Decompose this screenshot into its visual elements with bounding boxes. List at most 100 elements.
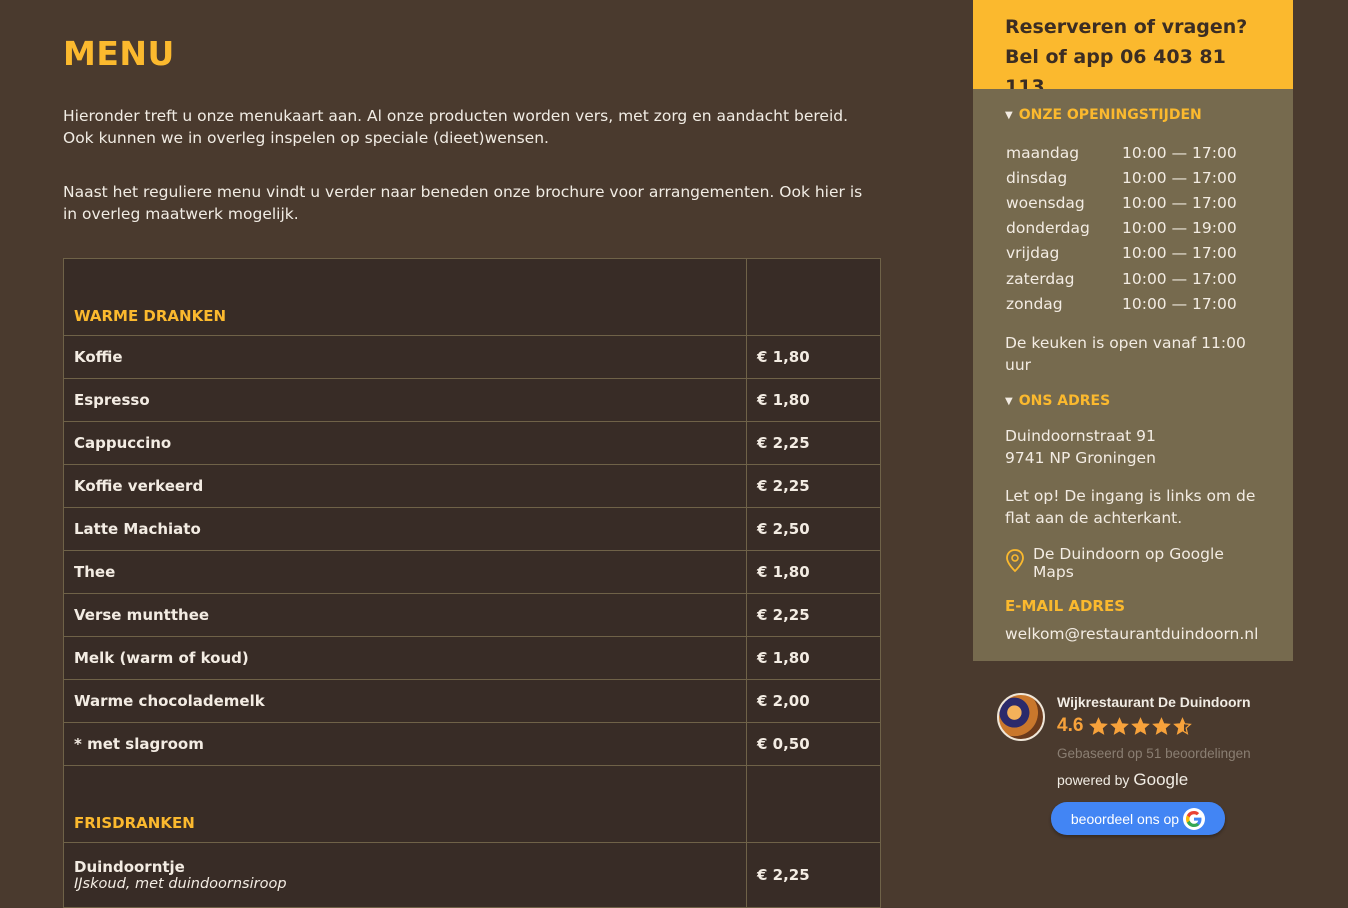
opening-hours-list: maandag 10:00 — 17:00 dinsdag 10:00 — 17:0… (1006, 140, 1261, 316)
hours-day: zaterdag (1006, 269, 1075, 288)
menu-item-row: Koffie verkeerd € 2,25 (63, 464, 881, 508)
business-name[interactable]: Wijkrestaurant De Duindoorn (1057, 694, 1251, 710)
hours-day: donderdag (1006, 219, 1090, 238)
menu-section-cell: FRISDRANKEN (63, 765, 747, 843)
menu-item-row: * met slagroom € 0,50 (63, 722, 881, 766)
menu-item-cell: Thee (63, 550, 747, 594)
menu-item-row: Espresso € 1,80 (63, 378, 881, 422)
hours-time: 10:00 — 17:00 (1122, 269, 1237, 288)
menu-item-price: € 1,80 (746, 335, 881, 379)
star-rating (1089, 716, 1193, 736)
menu-item-name: * met slagroom (74, 735, 204, 753)
kitchen-note: De keuken is open vanaf 11:00 uur (1005, 334, 1246, 375)
menu-item-price: € 1,80 (746, 636, 881, 680)
hours-day: maandag (1006, 143, 1080, 162)
menu-item-cell: Melk (warm of koud) (63, 636, 747, 680)
menu-section-cell: WARME DRANKEN (63, 258, 747, 336)
hours-day: woensdag (1006, 193, 1085, 212)
address: Duindoornstraat 91 9741 NP Groningen (1005, 425, 1261, 469)
google-logo: Google (1133, 770, 1189, 789)
powered-by-google: powered by Google (1057, 770, 1188, 790)
hours-row: zaterdag 10:00 — 17:00 (1006, 266, 1261, 291)
arrangements-paragraph: Naast het reguliere menu vindt u verder … (63, 183, 863, 223)
menu-item-name: Espresso (74, 391, 150, 409)
hours-time: 10:00 — 19:00 (1122, 219, 1237, 238)
menu-item-description: IJskoud, met duindoornsiroop (74, 876, 287, 892)
menu-item-name: Cappuccino (74, 434, 172, 452)
menu-item-cell: Koffie verkeerd (63, 464, 747, 508)
menu-item-name: Thee (74, 563, 116, 581)
star-icon (1110, 716, 1130, 735)
hours-time: 10:00 — 17:00 (1122, 168, 1237, 187)
reservation-question: Reserveren of vragen? (1005, 16, 1248, 38)
rating: 4.6 (1057, 715, 1193, 737)
menu-item-cell: Duindoorntje IJskoud, met duindoornsiroop (63, 842, 747, 908)
hours-day: zondag (1006, 294, 1063, 313)
menu-item-row: Latte Machiato € 2,50 (63, 507, 881, 551)
page-title: MENU (63, 34, 175, 73)
hours-row: donderdag 10:00 — 19:00 (1006, 216, 1261, 241)
menu-item-price: € 2,00 (746, 679, 881, 723)
menu-item-price: € 0,50 (746, 722, 881, 766)
menu-item-price: € 1,80 (746, 378, 881, 422)
address-heading: ONS ADRES (1018, 393, 1111, 410)
google-maps-label: De Duindoorn op Google Maps (1033, 545, 1224, 582)
review-count: Gebaseerd op 51 beoordelingen (1057, 746, 1251, 761)
menu-item-row: Koffie € 1,80 (63, 335, 881, 379)
opening-hours-toggle[interactable]: ▼ ONZE OPENINGSTIJDEN (1005, 107, 1261, 123)
powered-by-label: powered by (1057, 772, 1130, 788)
menu-item-price: € 2,50 (746, 507, 881, 551)
hours-row: woensdag 10:00 — 17:00 (1006, 190, 1261, 215)
hours-day: dinsdag (1006, 168, 1068, 187)
menu-item-row: Cappuccino € 2,25 (63, 421, 881, 465)
reservation-box: Reserveren of vragen? Bel of app 06 403 … (973, 0, 1293, 98)
menu-item-name: Latte Machiato (74, 520, 201, 538)
menu-item-price: € 2,25 (746, 464, 881, 508)
menu-item-row: Verse muntthee € 2,25 (63, 593, 881, 637)
star-icon (1131, 716, 1151, 735)
address-city: 9741 NP Groningen (1005, 449, 1156, 468)
menu-section-price-cell (746, 765, 881, 843)
hours-time: 10:00 — 17:00 (1122, 143, 1237, 162)
menu-item-row: Melk (warm of koud) € 1,80 (63, 636, 881, 680)
hours-time: 10:00 — 17:00 (1122, 244, 1237, 263)
menu-item-name: Koffie (74, 348, 123, 366)
triangle-down-icon: ▼ (1005, 395, 1013, 407)
hours-time: 10:00 — 17:00 (1122, 294, 1237, 313)
menu-item-name: Duindoorntje (74, 858, 185, 876)
menu-item-row: Thee € 1,80 (63, 550, 881, 594)
email-link[interactable]: welkom@restaurantduindoorn.nl (1005, 623, 1261, 645)
star-icon (1173, 716, 1193, 735)
hours-day: vrijdag (1006, 244, 1060, 263)
menu-item-cell: Latte Machiato (63, 507, 747, 551)
menu-item-cell: * met slagroom (63, 722, 747, 766)
menu-section-row: WARME DRANKEN (63, 258, 881, 336)
menu-item-price: € 2,25 (746, 421, 881, 465)
menu-section-title: FRISDRANKEN (74, 814, 195, 832)
address-street: Duindoornstraat 91 (1005, 427, 1156, 446)
google-maps-link[interactable]: De Duindoorn op Google Maps (1005, 545, 1261, 581)
menu-section-row: FRISDRANKEN (63, 765, 881, 843)
hours-row: dinsdag 10:00 — 17:00 (1006, 165, 1261, 190)
menu-item-cell: Koffie (63, 335, 747, 379)
entrance-note: Let op! De ingang is links om de flat aa… (1005, 487, 1256, 528)
menu-item-price: € 2,25 (746, 842, 881, 908)
hours-row: zondag 10:00 — 17:00 (1006, 291, 1261, 316)
menu-item-row: Warme chocolademelk € 2,00 (63, 679, 881, 723)
triangle-down-icon: ▼ (1005, 109, 1013, 121)
google-g-icon (1183, 807, 1206, 830)
business-avatar (997, 693, 1045, 741)
intro-paragraph: Hieronder treft u onze menukaart aan. Al… (63, 107, 849, 147)
info-panel: ▼ ONZE OPENINGSTIJDEN maandag 10:00 — 17:… (973, 89, 1293, 661)
menu-section-price-cell (746, 258, 881, 336)
rating-score: 4.6 (1057, 715, 1084, 736)
hours-row: maandag 10:00 — 17:00 (1006, 140, 1261, 165)
menu-item-cell: Espresso (63, 378, 747, 422)
menu-item-cell: Warme chocolademelk (63, 679, 747, 723)
hours-time: 10:00 — 17:00 (1122, 193, 1237, 212)
address-toggle[interactable]: ▼ ONS ADRES (1005, 393, 1261, 409)
menu-section-title: WARME DRANKEN (74, 307, 227, 325)
menu-item-name: Verse muntthee (74, 606, 210, 624)
menu-item-name: Melk (warm of koud) (74, 649, 249, 667)
review-button[interactable]: beoordeel ons op (1051, 802, 1225, 835)
